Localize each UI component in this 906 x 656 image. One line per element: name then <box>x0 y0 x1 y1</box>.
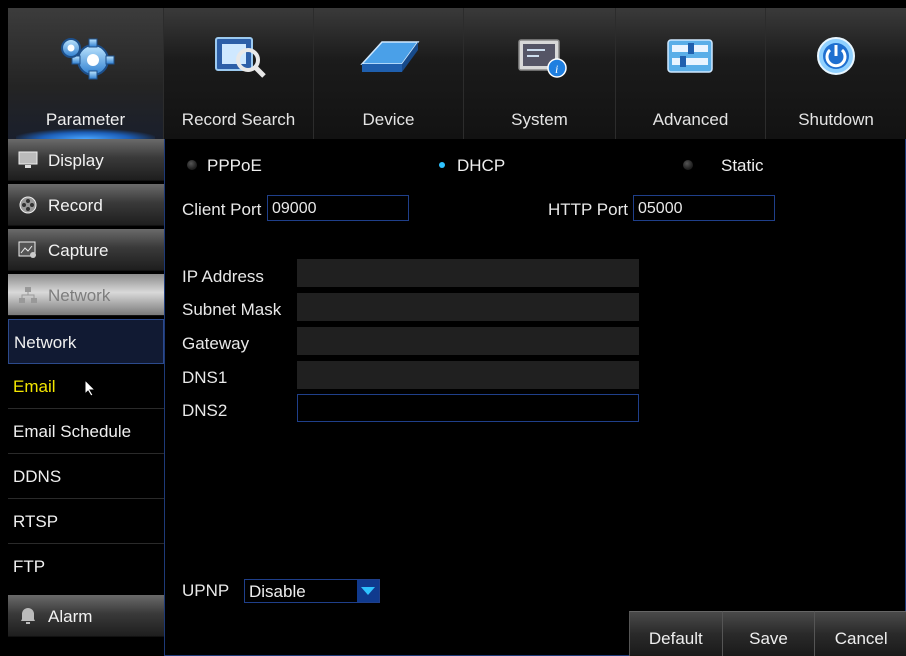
capture-icon <box>18 241 36 258</box>
tab-label: Advanced <box>652 110 729 129</box>
gateway-label: Gateway <box>182 334 250 353</box>
tab-record-search[interactable]: Record Search <box>164 8 314 139</box>
network-icon <box>19 287 37 303</box>
network-settings-panel: PPPoE DHCP Static Client Port 09000 HTTP… <box>164 139 906 656</box>
alarm-bell-icon <box>21 608 35 624</box>
sidebar-category-alarm[interactable]: Alarm <box>8 595 164 637</box>
sidebar-item-label: FTP <box>13 557 46 576</box>
radio-label: Static <box>721 156 764 175</box>
ip-address-label: IP Address <box>182 267 264 286</box>
tab-label: Device <box>362 110 415 129</box>
gears-icon <box>60 38 114 80</box>
gateway-input[interactable] <box>297 327 639 355</box>
hard-drive-icon <box>359 41 419 72</box>
sidebar-item-email-schedule[interactable]: Email Schedule <box>8 409 164 454</box>
system-info-icon: i <box>517 39 567 78</box>
sidebar-item-label: Network <box>14 333 77 352</box>
tab-label: Shutdown <box>798 110 874 129</box>
dns1-input[interactable] <box>297 361 639 389</box>
main-tab-bar: Parameter Record Search Device i System … <box>8 8 906 139</box>
radio-dhcp[interactable]: DHCP <box>439 156 505 176</box>
upnp-select[interactable]: Disable <box>244 579 380 603</box>
subnet-mask-input[interactable] <box>297 293 639 321</box>
upnp-selected-value: Disable <box>249 582 306 601</box>
http-port-label: HTTP Port <box>548 200 628 219</box>
radio-unchecked-icon <box>683 159 693 170</box>
tab-advanced[interactable]: Advanced <box>616 8 766 139</box>
default-button[interactable]: Default <box>629 611 722 656</box>
monitor-icon <box>18 151 38 168</box>
client-port-input[interactable]: 09000 <box>267 195 409 221</box>
tab-parameter[interactable]: Parameter <box>8 8 164 139</box>
dns2-input[interactable] <box>297 394 639 422</box>
sidebar-category-record[interactable]: Record <box>8 184 164 226</box>
svg-text:i: i <box>555 62 558 76</box>
subnet-mask-label: Subnet Mask <box>182 300 282 319</box>
film-search-icon <box>214 37 266 78</box>
tab-device[interactable]: Device <box>314 8 464 139</box>
dvr-window: Parameter Record Search Device i System … <box>8 8 906 656</box>
sidebar-item-label: DDNS <box>13 467 62 486</box>
sidebar-item-ddns[interactable]: DDNS <box>8 454 164 499</box>
tab-shutdown[interactable]: Shutdown <box>766 8 906 139</box>
dns2-label: DNS2 <box>182 401 228 420</box>
sidebar-category-capture[interactable]: Capture <box>8 229 164 271</box>
sidebar-category-label: Capture <box>48 241 109 260</box>
cancel-button[interactable]: Cancel <box>814 611 906 656</box>
sidebar-category-label: Alarm <box>48 607 93 626</box>
film-reel-icon <box>19 196 37 214</box>
sidebar-category-label: Record <box>48 196 103 215</box>
mouse-cursor-icon <box>84 379 96 397</box>
sidebar-item-network[interactable]: Network <box>8 319 164 364</box>
upnp-label: UPNP <box>182 581 230 600</box>
sidebar: Display Record Capture Network Network E… <box>8 139 164 656</box>
sidebar-item-rtsp[interactable]: RTSP <box>8 499 164 544</box>
radio-label: DHCP <box>457 156 506 175</box>
sidebar-category-label: Display <box>48 151 104 170</box>
radio-checked-icon <box>439 161 445 168</box>
dns1-label: DNS1 <box>182 368 228 387</box>
sidebar-item-label: Email <box>13 377 56 396</box>
radio-static[interactable]: Static <box>683 156 764 176</box>
dropdown-arrow-icon[interactable] <box>357 580 379 602</box>
action-button-bar: Default Save Cancel <box>629 611 906 656</box>
active-tab-glow <box>16 129 155 139</box>
ip-address-input[interactable] <box>297 259 639 287</box>
sidebar-category-display[interactable]: Display <box>8 139 164 181</box>
sidebar-category-network[interactable]: Network <box>8 274 164 316</box>
client-port-label: Client Port <box>182 200 262 219</box>
tab-label: Parameter <box>45 110 126 129</box>
tab-system[interactable]: i System <box>464 8 616 139</box>
http-port-input[interactable]: 05000 <box>633 195 775 221</box>
sidebar-item-label: RTSP <box>13 512 59 531</box>
tab-label: Record Search <box>181 110 296 129</box>
sliders-icon <box>666 39 713 73</box>
radio-pppoe[interactable]: PPPoE <box>187 156 262 176</box>
power-icon <box>817 37 855 75</box>
sidebar-item-label: Email Schedule <box>13 422 132 441</box>
sidebar-item-ftp[interactable]: FTP <box>8 544 164 589</box>
radio-label: PPPoE <box>207 156 262 175</box>
radio-unchecked-icon <box>187 159 197 170</box>
save-button[interactable]: Save <box>721 611 815 656</box>
sidebar-category-label: Network <box>48 286 111 305</box>
tab-label: System <box>511 110 568 129</box>
